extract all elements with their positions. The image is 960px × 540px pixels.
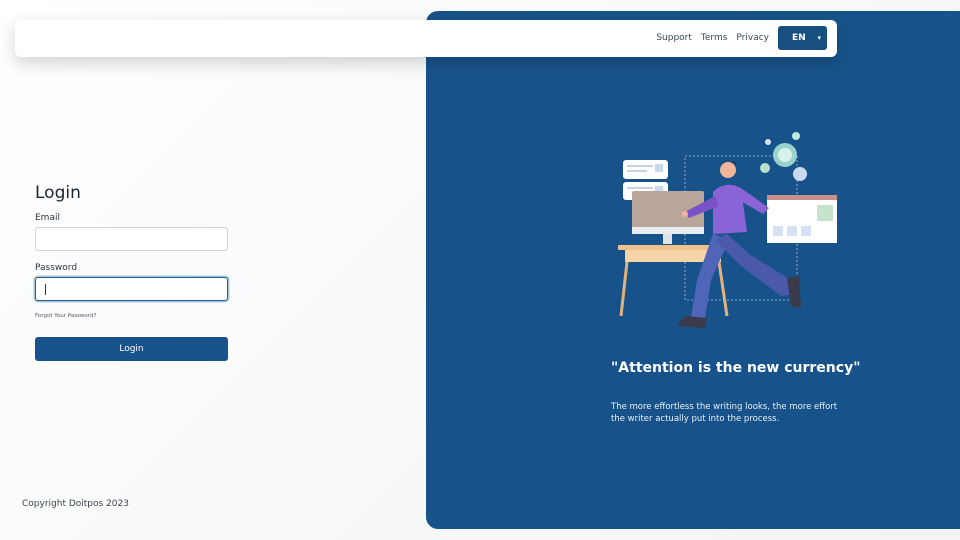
promo-quote: "Attention is the new currency" [611, 360, 861, 376]
support-link[interactable]: Support [656, 33, 692, 43]
login-button[interactable]: Login [35, 337, 228, 361]
email-label: Email [35, 213, 60, 223]
password-field[interactable] [35, 277, 228, 301]
login-form: Login Email Password Forgot Your Passwor… [35, 182, 228, 361]
terms-link[interactable]: Terms [701, 33, 728, 43]
chevron-down-icon: ▾ [817, 34, 821, 42]
privacy-link[interactable]: Privacy [736, 33, 769, 43]
language-select[interactable]: EN ▾ [778, 26, 827, 50]
language-value: EN [792, 33, 806, 43]
forgot-password-link[interactable]: Forgot Your Password? [35, 313, 228, 319]
copyright-text: Copyright Doitpos 2023 [22, 499, 129, 509]
email-field[interactable] [35, 227, 228, 251]
login-title: Login [35, 183, 81, 203]
text-caret [45, 284, 46, 295]
workspace-illustration [618, 132, 837, 328]
password-label: Password [35, 263, 78, 273]
top-navbar: Support Terms Privacy EN ▾ [15, 20, 837, 57]
promo-subtext: The more effortless the writing looks, t… [611, 401, 838, 424]
top-links: Support Terms Privacy EN ▾ [656, 26, 827, 50]
